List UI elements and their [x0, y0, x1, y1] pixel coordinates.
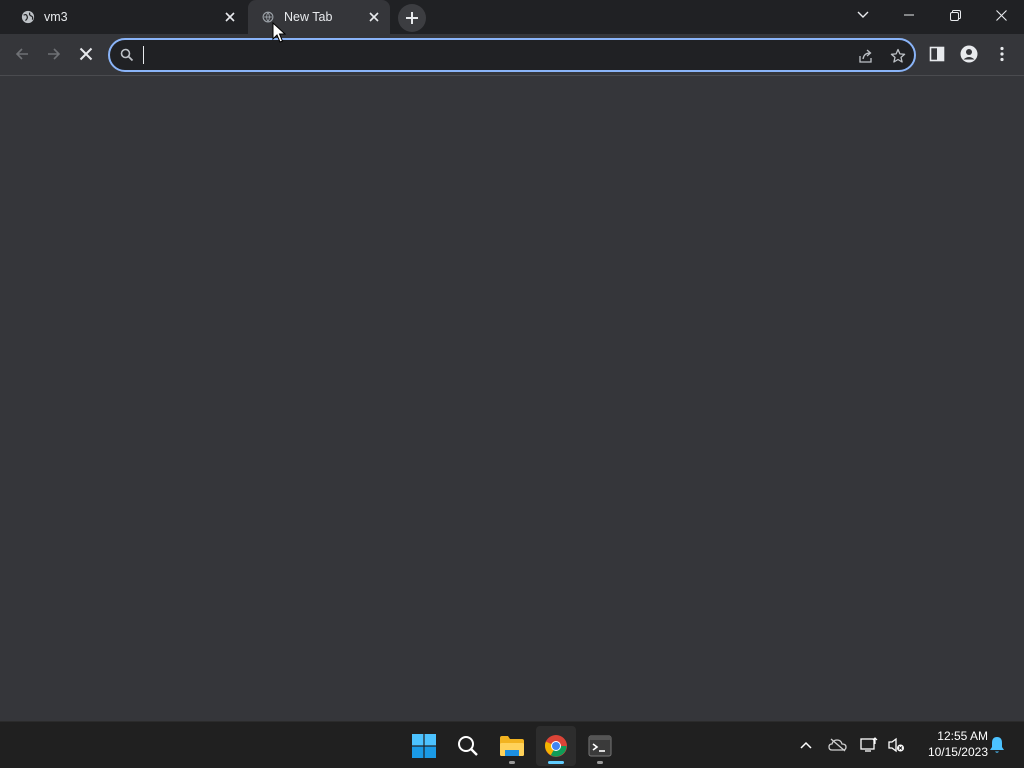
new-tab-button[interactable]: [398, 4, 426, 32]
active-indicator: [548, 761, 564, 764]
chevron-up-icon: [800, 741, 812, 749]
network-monitor-icon: [860, 737, 878, 752]
side-panel-icon: [929, 46, 945, 62]
taskbar: 12:55 AM 10/15/2023: [0, 721, 1024, 768]
chrome-icon: [545, 735, 567, 757]
page-content: [0, 77, 1024, 721]
profile-button[interactable]: [955, 40, 983, 68]
taskbar-terminal[interactable]: [580, 726, 620, 766]
notifications-button[interactable]: [982, 730, 1012, 760]
tab-strip: vm3 New Tab: [0, 0, 1024, 34]
clock-date: 10/15/2023: [927, 745, 988, 759]
taskbar-file-explorer[interactable]: [492, 726, 532, 766]
volume-tray-icon[interactable]: [881, 730, 911, 760]
bell-icon: [990, 737, 1004, 753]
restore-icon: [949, 9, 961, 21]
chevron-down-icon: [857, 11, 869, 18]
search-icon: [458, 736, 478, 756]
minimize-icon: [904, 14, 914, 16]
address-input[interactable]: [142, 44, 842, 66]
tab-new-tab[interactable]: New Tab: [248, 0, 390, 34]
show-hidden-icons-button[interactable]: [791, 730, 821, 760]
stop-button[interactable]: [71, 39, 101, 69]
search-icon: [120, 48, 136, 64]
profile-avatar-icon: [960, 45, 978, 63]
close-tab-icon[interactable]: [364, 7, 384, 27]
onedrive-tray-icon[interactable]: [823, 730, 853, 760]
running-indicator: [597, 761, 603, 764]
menu-button[interactable]: [988, 40, 1016, 68]
taskbar-chrome[interactable]: [536, 726, 576, 766]
share-icon[interactable]: [856, 46, 876, 66]
windows-logo-icon: [412, 734, 436, 758]
tab-title: vm3: [44, 10, 68, 24]
tab-search-button[interactable]: [840, 0, 886, 30]
kebab-menu-icon: [1000, 46, 1004, 62]
taskbar-search-button[interactable]: [448, 726, 488, 766]
side-panel-button[interactable]: [923, 40, 951, 68]
taskbar-clock[interactable]: 12:55 AM 10/15/2023: [912, 728, 988, 760]
clock-time: 12:55 AM: [937, 729, 988, 743]
plus-icon: [406, 12, 418, 24]
stop-x-icon: [79, 47, 93, 61]
close-tab-icon[interactable]: [220, 7, 240, 27]
network-tray-icon[interactable]: [854, 730, 884, 760]
bookmark-star-icon[interactable]: [888, 46, 908, 66]
volume-muted-icon: [888, 737, 904, 753]
mouse-cursor-icon: [272, 22, 286, 43]
restore-button[interactable]: [932, 0, 978, 30]
text-caret: [143, 46, 144, 64]
arrow-right-icon: [48, 48, 61, 60]
forward-button[interactable]: [39, 39, 69, 69]
back-button[interactable]: [7, 39, 37, 69]
tab-title: New Tab: [284, 10, 333, 24]
running-indicator: [509, 761, 515, 764]
arrow-left-icon: [15, 48, 28, 60]
tab-vm3[interactable]: vm3: [8, 0, 246, 34]
address-bar[interactable]: [108, 38, 916, 72]
terminal-icon: [588, 735, 612, 757]
folder-icon: [500, 736, 524, 756]
start-button[interactable]: [404, 726, 444, 766]
globe-icon: [20, 9, 36, 25]
close-window-button[interactable]: [978, 0, 1024, 30]
browser-toolbar: [0, 34, 1024, 76]
minimize-button[interactable]: [886, 0, 932, 30]
browser-window: vm3 New Tab: [0, 0, 1024, 721]
close-icon: [995, 9, 1007, 21]
cloud-off-icon: [828, 738, 847, 752]
